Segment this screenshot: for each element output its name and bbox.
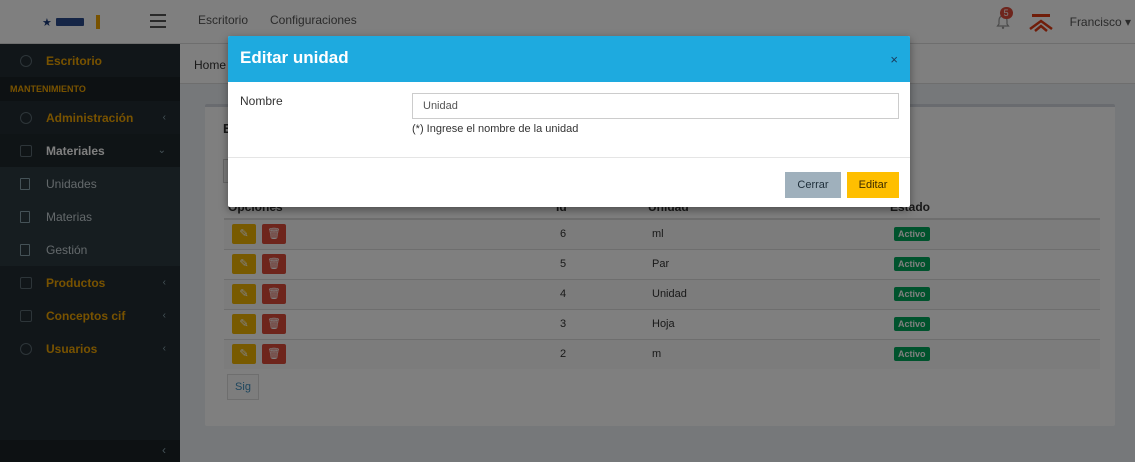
modal-footer: Cerrar Editar <box>228 158 910 207</box>
modal-title: Editar unidad <box>240 48 349 67</box>
modal-body: Nombre (*) Ingrese el nombre de la unida… <box>228 82 910 158</box>
edit-submit-button[interactable]: Editar <box>847 172 899 198</box>
close-button[interactable]: Cerrar <box>785 172 841 198</box>
close-icon[interactable]: × <box>890 52 898 67</box>
nombre-help-text: (*) Ingrese el nombre de la unidad <box>412 123 579 135</box>
modal-header: Editar unidad × <box>228 36 910 82</box>
nombre-label: Nombre <box>240 94 283 108</box>
edit-unit-modal: Editar unidad × Nombre (*) Ingrese el no… <box>228 36 910 207</box>
nombre-input[interactable] <box>412 93 899 119</box>
